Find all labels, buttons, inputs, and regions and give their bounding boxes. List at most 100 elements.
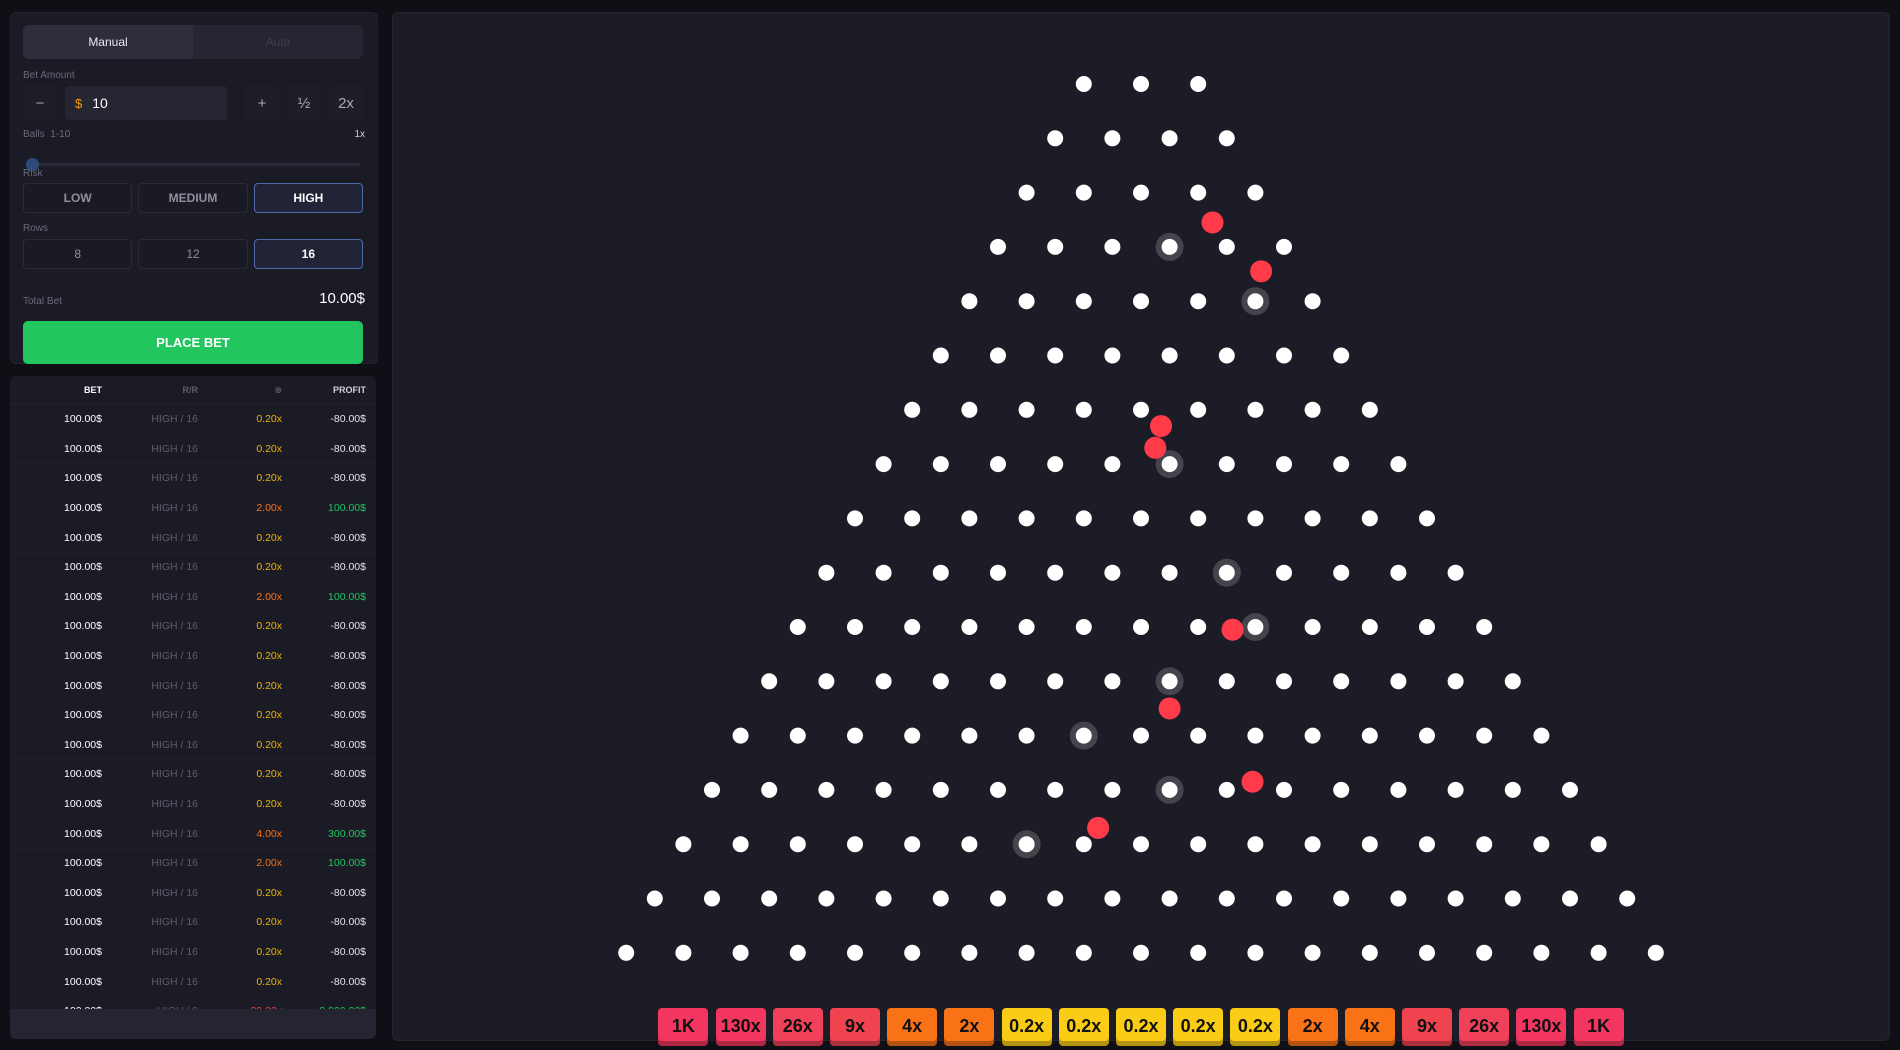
increase-bet-button[interactable]: + [245,86,279,120]
table-row[interactable]: 100.00$ HIGH / 16 0.20x -80.00$ [10,612,376,642]
peg [1018,944,1035,961]
peg [1075,619,1092,635]
peg [1133,619,1149,635]
table-row[interactable]: 100.00$ HIGH / 16 0.20x -80.00$ [10,967,376,997]
place-bet-button[interactable]: PLACE BET [23,321,363,364]
profit-cell: -80.00$ [330,738,366,751]
table-row[interactable]: 100.00$ HIGH / 16 0.20x -80.00$ [10,760,376,790]
rows-12-button[interactable]: 12 [138,239,248,269]
peg [1104,347,1121,364]
table-row[interactable]: 100.00$ HIGH / 16 0.20x -80.00$ [10,790,376,820]
multiplier-cell: 0.20x [256,768,282,781]
table-row[interactable]: 100.00$ HIGH / 16 0.20x -80.00$ [10,671,376,701]
tab-manual[interactable]: Manual [23,25,193,59]
risk-rows-cell: HIGH / 16 [151,442,198,455]
profit-cell: 100.00$ [328,502,366,515]
total-bet-label: Total Bet [23,296,62,307]
profit-cell: -80.00$ [330,709,366,722]
bet-amount-input[interactable]: $ 10 [65,86,227,120]
peg [1390,890,1407,907]
risk-rows-cell: HIGH / 16 [151,857,198,870]
multiplier-bucket: 2x [1287,1007,1338,1046]
peg [1247,401,1264,418]
peg [1361,401,1378,418]
table-row[interactable]: 100.00$ HIGH / 16 0.20x -80.00$ [10,405,376,435]
peg [1218,238,1235,255]
double-bet-button[interactable]: 2x [329,86,363,120]
bet-cell: 100.00$ [64,679,102,692]
table-row[interactable]: 100.00$ HIGH / 16 0.20x -80.00$ [10,731,376,761]
peg [1304,510,1321,527]
peg [990,564,1006,581]
peg [1018,293,1035,310]
peg [1218,347,1235,364]
multiplier-bucket: 4x [887,1007,938,1046]
peg [1276,564,1292,581]
risk-rows-cell: HIGH / 16 [151,975,198,988]
half-bet-button[interactable]: ½ [287,86,321,120]
peg [875,564,892,581]
peg [1133,293,1149,310]
peg [1190,944,1207,961]
table-row[interactable]: 100.00$ HIGH / 16 0.20x -80.00$ [10,435,376,465]
profit-cell: -80.00$ [330,531,366,544]
history-footer [10,1009,376,1039]
peg [646,890,663,907]
balls-slider-track[interactable] [29,163,361,166]
peg [904,836,921,853]
table-row[interactable]: 100.00$ HIGH / 16 2.00x 100.00$ [10,583,376,613]
peg [1419,619,1435,635]
peg [1504,890,1521,907]
peg [1047,130,1064,147]
multiplier-cell: 4.00x [256,827,282,840]
table-row[interactable]: 100.00$ HIGH / 16 0.20x -80.00$ [10,642,376,672]
decrease-bet-button[interactable]: − [23,86,57,120]
table-row[interactable]: 100.00$ HIGH / 16 0.20x -80.00$ [10,908,376,938]
bet-cell: 100.00$ [64,857,102,870]
tab-auto[interactable]: Auto [193,25,363,59]
multiplier-cell: 0.20x [256,679,282,692]
bet-cell: 100.00$ [64,768,102,781]
peg [904,401,921,418]
table-row[interactable]: 100.00$ HIGH / 16 2.00x 100.00$ [10,494,376,524]
table-row[interactable]: 100.00$ HIGH / 16 0.20x -80.00$ [10,464,376,494]
table-row[interactable]: 100.00$ HIGH / 16 0.20x -80.00$ [10,523,376,553]
peg [1104,564,1121,581]
rows-16-button[interactable]: 16 [253,239,363,269]
multiplier-bucket: 1K [1573,1007,1624,1046]
risk-medium-button[interactable]: MEDIUM [138,183,248,213]
table-row[interactable]: 100.00$ HIGH / 16 0.20x -80.00$ [10,701,376,731]
multiplier-bucket: 9x [1402,1007,1452,1046]
table-row[interactable]: 100.00$ HIGH / 16 0.20x -80.00$ [10,879,376,909]
peg [1361,727,1378,744]
table-row[interactable]: 100.00$ HIGH / 16 4.00x 300.00$ [10,819,376,849]
risk-high-button[interactable]: HIGH [253,183,363,213]
peg [1533,727,1550,744]
multiplier-bucket: 0.2x [1058,1007,1109,1046]
peg [1133,510,1149,527]
peg [1447,890,1464,907]
multiplier-cell: 0.20x [256,531,282,544]
risk-low-button[interactable]: LOW [23,183,133,213]
multiplier-cell: 0.20x [256,886,282,899]
peg [932,890,949,907]
table-row[interactable]: 100.00$ HIGH / 16 2.00x 100.00$ [10,849,376,879]
peg [1018,184,1035,201]
peg [1390,781,1407,798]
peg [1047,456,1064,473]
balls-value: 1x [354,129,365,140]
peg [932,564,949,581]
peg [675,836,692,853]
multiplier-cell: 0.20x [256,561,282,574]
multiplier-bucket: 4x [1344,1007,1395,1046]
peg [1562,890,1578,907]
peg [847,727,863,744]
risk-rows-cell: HIGH / 16 [151,768,198,781]
table-row[interactable]: 100.00$ HIGH / 16 0.20x -80.00$ [10,938,376,968]
peg [732,944,749,961]
rows-8-button[interactable]: 8 [23,239,133,269]
table-row[interactable]: 100.00$ HIGH / 16 0.20x -80.00$ [10,553,376,583]
peg [1304,293,1321,310]
peg [1590,944,1607,961]
multiplier-bucket: 1K [658,1007,709,1046]
